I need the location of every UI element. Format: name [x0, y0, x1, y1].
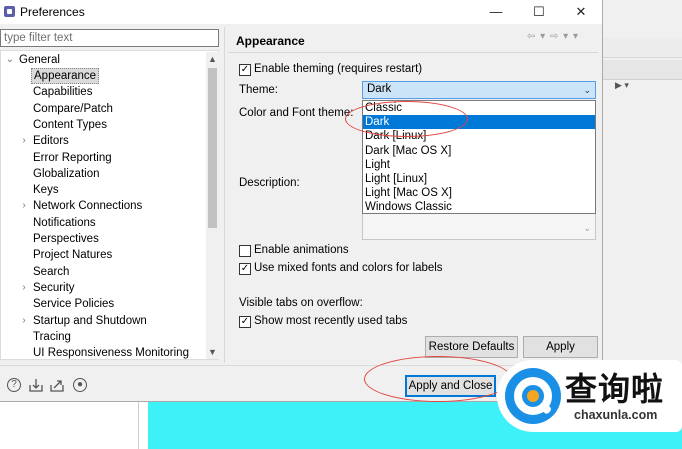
tree-scrollbar[interactable]: ▲ ▼	[206, 52, 219, 359]
chevron-right-icon[interactable]: ›	[19, 198, 29, 214]
description-label: Description:	[239, 177, 300, 189]
tree-item-label: Security	[33, 281, 75, 294]
mixed-fonts-checkbox[interactable]: ✓	[239, 263, 251, 275]
theme-select-value: Dark	[367, 83, 392, 95]
tree-item-label: Appearance	[31, 68, 100, 84]
tree-item-label: Project Natures	[33, 249, 113, 262]
watermark-url: chaxunla.com	[574, 408, 658, 422]
chevron-right-icon[interactable]: ›	[19, 313, 29, 329]
show-recent-tabs-checkbox[interactable]: ✓	[239, 316, 251, 328]
preferences-record-icon[interactable]: ●	[73, 378, 87, 392]
scroll-thumb[interactable]	[208, 68, 217, 228]
chevron-down-icon[interactable]: ⌄	[5, 52, 15, 68]
page-title: Appearance	[236, 34, 305, 48]
tree-item-label: Perspectives	[33, 233, 99, 245]
enable-animations-label: Enable animations	[254, 244, 349, 256]
window-title: Preferences	[20, 5, 85, 19]
theme-option[interactable]: Classic	[363, 101, 595, 115]
export-icon[interactable]	[50, 378, 64, 392]
tree-item-label: General	[19, 54, 60, 66]
apply-button[interactable]: Apply	[523, 336, 598, 358]
watermark-text: 查询啦	[565, 370, 665, 408]
background-tabbar	[603, 60, 682, 80]
restore-defaults-button[interactable]: Restore Defaults	[425, 336, 518, 358]
chevron-down-icon[interactable]: ⌄	[583, 82, 591, 98]
tree-item-label: Capabilities	[33, 86, 93, 99]
watermark: 查询啦 chaxunla.com	[497, 360, 682, 432]
theme-select[interactable]: Dark ⌄	[362, 81, 596, 99]
close-button[interactable]: ✕	[559, 0, 603, 24]
app-icon	[4, 6, 15, 17]
scroll-down-icon[interactable]: ⌄	[583, 223, 591, 234]
visible-tabs-label: Visible tabs on overflow:	[239, 297, 363, 309]
tree-item-label: Compare/Patch	[33, 102, 113, 115]
divider	[228, 52, 598, 53]
description-text: ⌄	[362, 214, 596, 240]
color-font-theme-label: Color and Font theme:	[239, 107, 354, 119]
theme-dropdown-list: Classic Dark Dark [Linux] Dark [Mac OS X] Li…	[362, 100, 596, 214]
forward-icon[interactable]: ⇨ ▾	[550, 31, 569, 42]
panel-divider[interactable]	[224, 27, 225, 363]
scroll-up-icon[interactable]: ▲	[206, 52, 219, 66]
enable-theming-checkbox[interactable]: ✓	[239, 64, 251, 76]
background-panel	[0, 402, 148, 449]
background-toolbar: ▶ ▾	[603, 38, 682, 90]
tree-item-label: UI Responsiveness Monitoring	[33, 347, 189, 360]
theme-option[interactable]: Light	[363, 158, 595, 172]
tree-item-label: Startup and Shutdown	[33, 314, 147, 327]
tree-item-label: Network Connections	[33, 200, 143, 213]
scroll-down-icon[interactable]: ▼	[206, 345, 219, 359]
preferences-dialog: Preferences — ☐ ✕ ⌄ General Appearance Ca…	[0, 0, 603, 402]
help-icon[interactable]: ?	[7, 378, 21, 392]
tree-item-label: Tracing	[33, 330, 71, 343]
theme-option[interactable]: Dark [Linux]	[363, 129, 595, 143]
preference-tree: ⌄ General Appearance Capabilities Compare/…	[0, 50, 219, 360]
background-window: ▶ ▾	[603, 0, 682, 402]
enable-theming-label: Enable theming (requires restart)	[254, 63, 423, 75]
tree-item-label: Notifications	[33, 216, 96, 229]
back-icon[interactable]: ⇦ ▾	[527, 31, 546, 42]
chevron-down-icon: ▶ ▾	[615, 80, 629, 90]
tree-item-label: Editors	[33, 135, 69, 148]
theme-label: Theme:	[239, 84, 278, 96]
mixed-fonts-label: Use mixed fonts and colors for labels	[254, 262, 443, 274]
theme-option[interactable]: Windows Classic	[363, 200, 595, 214]
view-menu-icon[interactable]: ▾	[573, 31, 579, 42]
tree-item-label: Keys	[33, 184, 59, 197]
tree-item-label: Search	[33, 265, 70, 278]
theme-option[interactable]: Dark [Mac OS X]	[363, 144, 595, 158]
apply-and-close-button[interactable]: Apply and Close	[405, 375, 496, 397]
import-icon[interactable]	[29, 378, 43, 392]
theme-option[interactable]: Light [Mac OS X]	[363, 186, 595, 200]
watermark-logo	[505, 368, 561, 424]
chevron-right-icon[interactable]: ›	[19, 133, 29, 149]
tree-item-label: Error Reporting	[33, 151, 112, 164]
tree-item-label: Content Types	[33, 118, 107, 131]
show-recent-tabs-label: Show most recently used tabs	[254, 315, 408, 327]
filter-input[interactable]	[0, 29, 219, 47]
maximize-button[interactable]: ☐	[517, 0, 561, 24]
tree-item-label: Service Policies	[33, 298, 115, 311]
theme-option[interactable]: Light [Linux]	[363, 172, 595, 186]
page-navigation: ⇦ ▾ ⇨ ▾ ▾	[527, 31, 579, 42]
minimize-button[interactable]: —	[474, 0, 518, 24]
chevron-right-icon[interactable]: ›	[19, 280, 29, 296]
tree-item-label: Globalization	[33, 167, 100, 180]
theme-option[interactable]: Dark	[363, 115, 595, 130]
title-bar: Preferences — ☐ ✕	[0, 0, 602, 24]
enable-animations-checkbox[interactable]	[239, 245, 251, 257]
